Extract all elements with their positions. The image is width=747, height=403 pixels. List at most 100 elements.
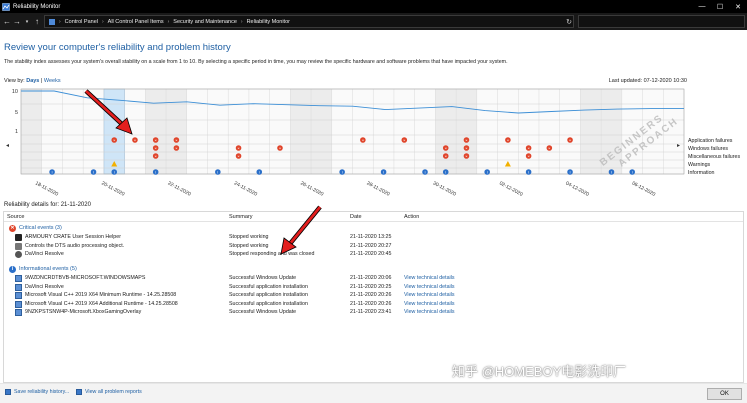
refresh-icon[interactable]: ↻: [563, 15, 575, 28]
source-cell: Microsoft Visual C++ 2019 X64 Additional…: [25, 300, 178, 307]
scroll-left-icon[interactable]: ◂: [6, 143, 9, 149]
date-cell: 21-11-2020 20:27: [350, 242, 392, 249]
back-arrow-icon[interactable]: ←: [2, 16, 12, 28]
info-glyph: i: [259, 170, 260, 175]
davinci-icon: [15, 251, 22, 258]
chart-column[interactable]: [331, 89, 353, 174]
source-cell: DaVinci Resolve: [25, 251, 64, 257]
action-cell[interactable]: View technical details: [404, 301, 455, 307]
chart-column[interactable]: [290, 89, 312, 174]
info-glyph: i: [528, 170, 529, 175]
error-icon: ✕: [9, 224, 16, 232]
column-header-action[interactable]: Action: [404, 214, 419, 220]
close-button[interactable]: ✕: [729, 0, 747, 13]
ok-button[interactable]: OK: [707, 388, 742, 400]
column-header-source[interactable]: Source: [7, 214, 24, 220]
action-cell[interactable]: View technical details: [404, 292, 455, 298]
window-title: Reliability Monitor: [13, 3, 61, 10]
table-row[interactable]: DaVinci Resolve Stopped responding and wa…: [4, 250, 743, 259]
chart-column[interactable]: [248, 89, 270, 174]
chart-column[interactable]: [83, 89, 104, 174]
chart-column[interactable]: [269, 89, 291, 174]
informational-events-title: Informational events (5): [19, 266, 77, 272]
forward-arrow-icon[interactable]: →: [12, 16, 22, 28]
info-glyph: i: [383, 170, 384, 175]
table-row[interactable]: ARMOURY CRATE User Session Helper Stopped…: [4, 233, 743, 242]
chart-column[interactable]: [21, 89, 42, 174]
maximize-button[interactable]: ☐: [711, 0, 729, 13]
generic-app-icon: [15, 242, 22, 250]
chart-column[interactable]: [373, 89, 394, 174]
date-cell: 21-11-2020 20:45: [350, 251, 392, 257]
table-row[interactable]: Microsoft Visual C++ 2019 X64 Additional…: [4, 300, 743, 309]
chart-column[interactable]: [62, 89, 84, 174]
chart-column[interactable]: [435, 89, 457, 174]
recent-pages-chevron-icon[interactable]: ▾: [22, 16, 32, 28]
info-glyph: i: [93, 170, 94, 175]
chart-column[interactable]: [518, 89, 539, 174]
column-header-summary[interactable]: Summary: [229, 214, 253, 220]
chart-column[interactable]: [559, 89, 581, 174]
date-cell: 21-11-2020 20:26: [350, 300, 392, 307]
search-input[interactable]: [578, 15, 745, 28]
view-weeks-link[interactable]: Weeks: [44, 78, 61, 84]
chart-column[interactable]: [393, 89, 415, 174]
package-icon: [15, 283, 22, 291]
breadcrumb-reliability-monitor[interactable]: Reliability Monitor: [247, 19, 290, 25]
action-cell[interactable]: View technical details: [404, 275, 455, 281]
x-tick-label: 06-12-2020: [631, 180, 657, 197]
breadcrumb-all-items[interactable]: All Control Panel Items: [108, 19, 164, 25]
info-glyph: i: [114, 170, 115, 175]
info-icon: i: [9, 265, 16, 273]
row-label-application-failures: Application failures: [688, 138, 733, 144]
info-glyph: i: [487, 170, 488, 175]
informational-events-group[interactable]: i Informational events (5): [4, 264, 743, 274]
x-tick-label: 26-11-2020: [299, 180, 324, 197]
footer-bar: Save reliability history... View all pro…: [0, 383, 747, 403]
view-days-link[interactable]: Days: [26, 78, 39, 84]
table-row[interactable]: Microsoft Visual C++ 2019 X64 Minimum Ru…: [4, 291, 743, 300]
breadcrumb-separator-icon: ›: [240, 18, 243, 25]
up-arrow-icon[interactable]: ↑: [32, 16, 42, 28]
summary-cell: Successful Windows Update: [229, 309, 297, 315]
view-by-selector: View by: Days | Weeks: [4, 78, 61, 84]
table-row[interactable]: 9NZKPSTSNW4P-Microsoft.XboxGamingOverlay…: [4, 308, 743, 317]
row-label-warnings: Warnings: [688, 161, 711, 168]
scroll-right-icon[interactable]: ▸: [677, 143, 680, 149]
chart-row-labels: Application failures Windows failures Mi…: [688, 138, 740, 178]
source-cell: DaVinci Resolve: [25, 283, 64, 290]
source-cell: Controls the DTS audio processing object…: [25, 242, 125, 249]
address-field[interactable]: › Control Panel › All Control Panel Item…: [44, 15, 574, 28]
view-all-problem-reports-link[interactable]: View all problem reports: [85, 389, 142, 395]
chart-column[interactable]: [456, 89, 477, 174]
page-description: The stability index assesses your system…: [4, 59, 508, 65]
save-reliability-history-link[interactable]: Save reliability history...: [14, 389, 69, 395]
chart-column[interactable]: [352, 89, 374, 174]
critical-events-group[interactable]: ✕ Critical events (3): [4, 223, 743, 233]
x-tick-label: 18-11-2020: [34, 180, 59, 197]
x-tick-label: 20-11-2020: [100, 180, 125, 197]
chart-column[interactable]: [311, 89, 332, 174]
chart-column[interactable]: [414, 89, 436, 174]
breadcrumb-security-maintenance[interactable]: Security and Maintenance: [173, 19, 237, 25]
date-cell: 21-11-2020 20:26: [350, 292, 392, 298]
chart-column[interactable]: [228, 89, 249, 174]
table-row[interactable]: Controls the DTS audio processing object…: [4, 242, 743, 251]
chart-column[interactable]: [41, 89, 63, 174]
chart-column[interactable]: [538, 89, 560, 174]
minimize-button[interactable]: —: [693, 0, 711, 13]
action-cell[interactable]: View technical details: [404, 284, 455, 290]
breadcrumb-control-panel[interactable]: Control Panel: [65, 19, 98, 25]
info-glyph: i: [217, 170, 218, 175]
chart-column[interactable]: [476, 89, 498, 174]
date-cell: 21-11-2020 20:06: [350, 275, 392, 281]
action-cell[interactable]: View technical details: [404, 309, 455, 315]
summary-cell: Stopped working: [229, 242, 269, 249]
table-row[interactable]: 9WZDNCRDTBVB-MICROSOFT.WINDOWSMAPS Succes…: [4, 274, 743, 283]
chart-column[interactable]: [145, 89, 167, 174]
x-tick-label: 24-11-2020: [233, 180, 258, 197]
table-row[interactable]: DaVinci Resolve Successful application in…: [4, 283, 743, 292]
column-header-date[interactable]: Date: [350, 214, 362, 220]
chart-column[interactable]: [207, 89, 229, 174]
control-panel-icon: [49, 18, 55, 25]
